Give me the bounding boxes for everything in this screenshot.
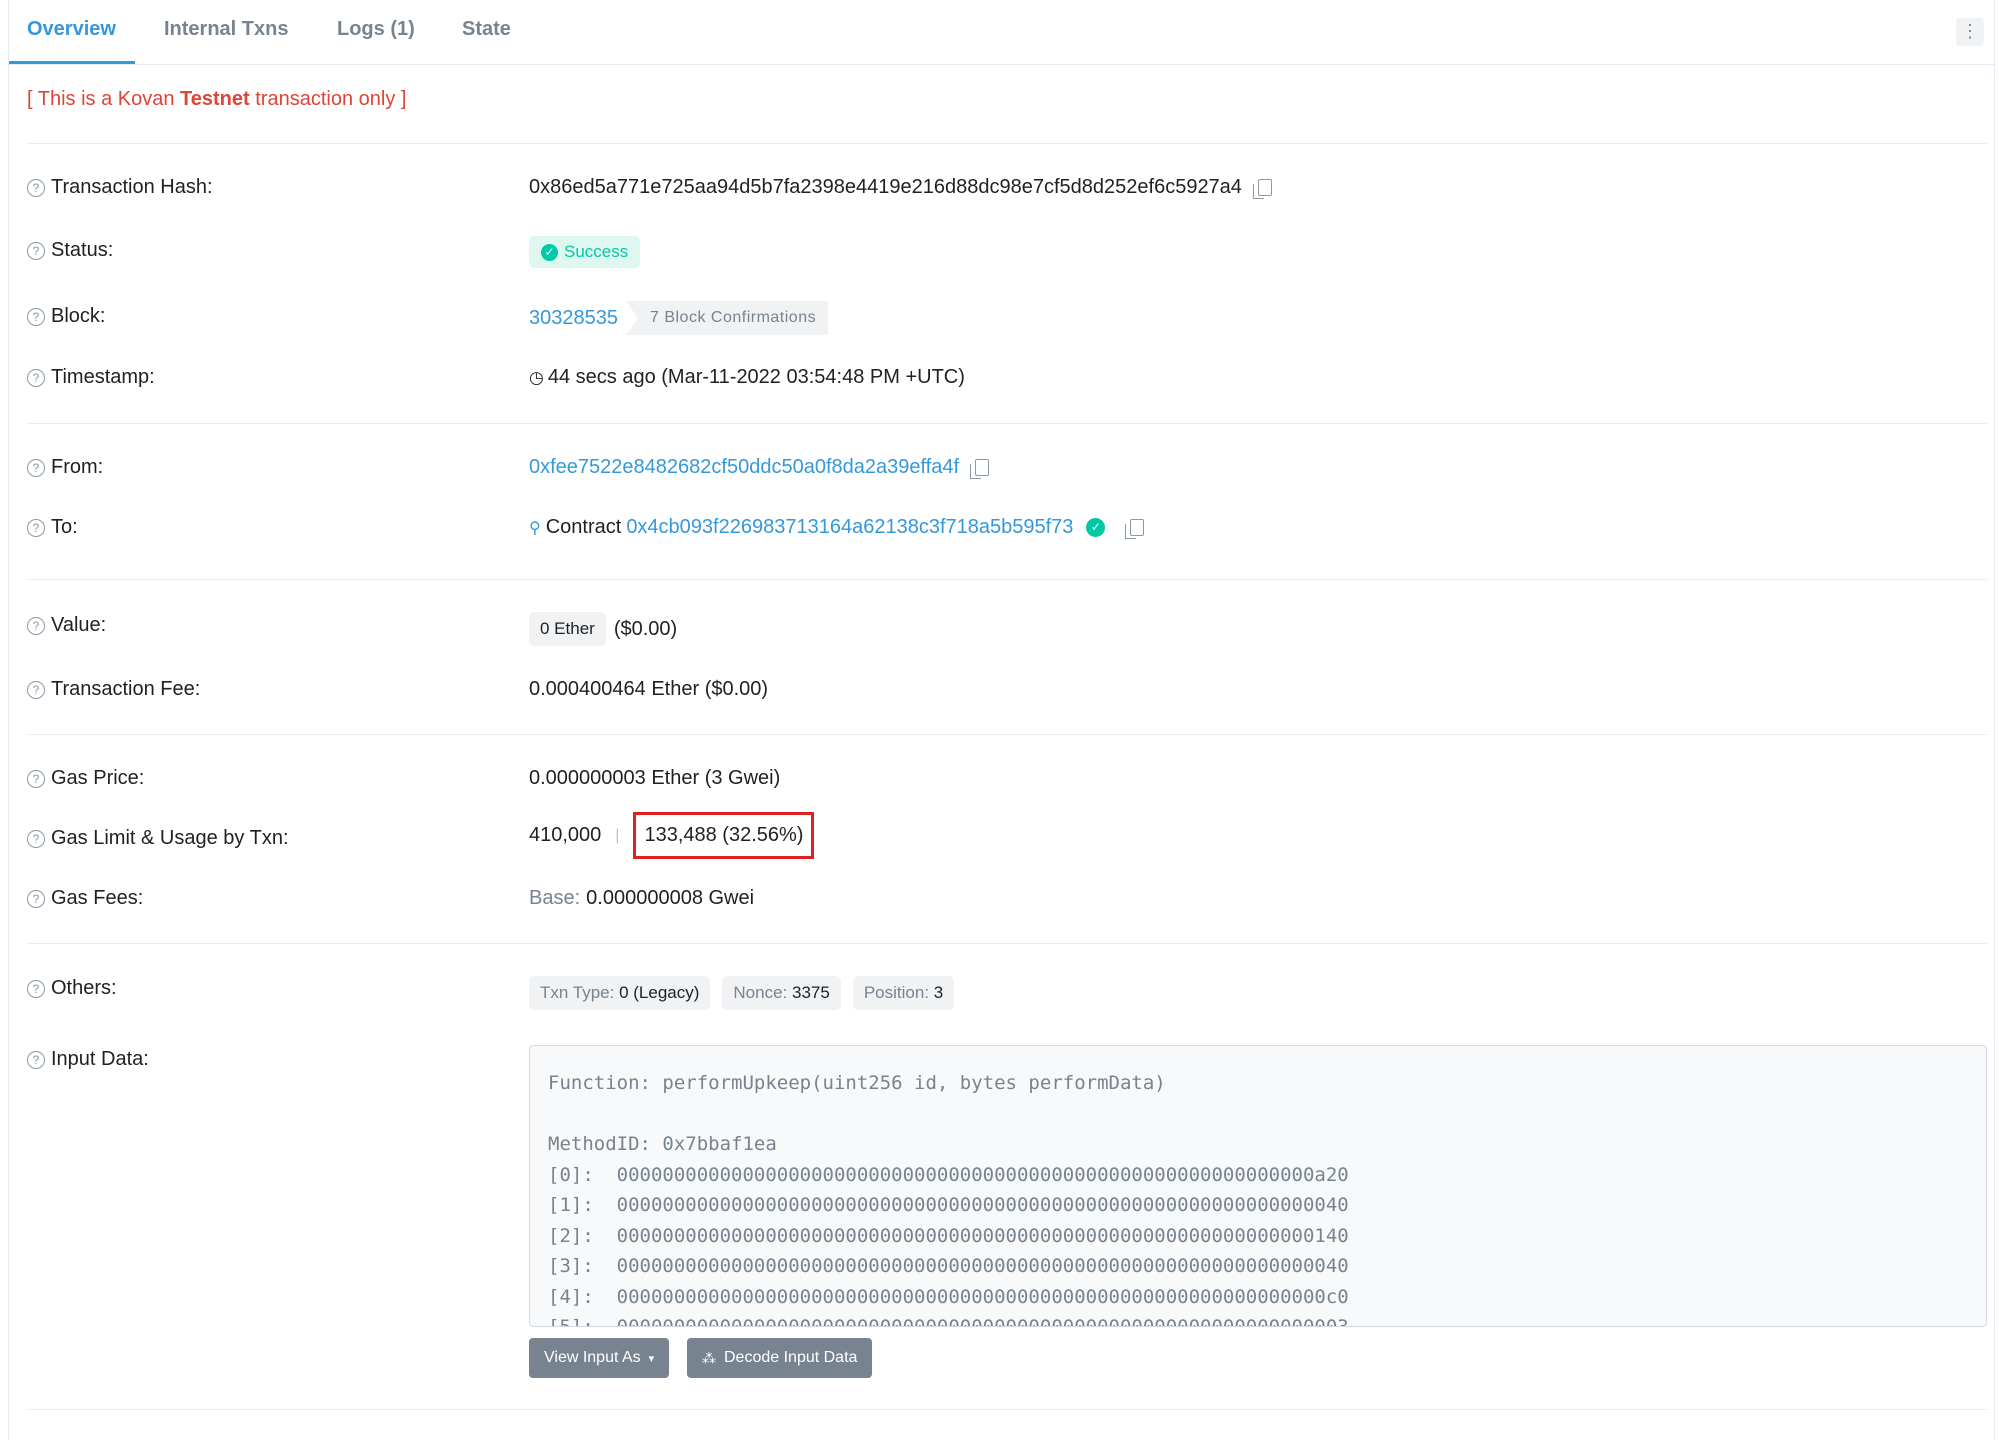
txn-type-badge: Txn Type: 0 (Legacy) xyxy=(529,976,711,1010)
tab-logs[interactable]: Logs (1) xyxy=(337,18,415,41)
notice-text-end: transaction only ] xyxy=(249,88,407,110)
gas-price-value: 0.000000003 Ether (3 Gwei) xyxy=(529,767,781,789)
confirmations-badge: 7 Block Confirmations xyxy=(625,301,829,335)
testnet-notice: [ This is a Kovan Testnet transaction on… xyxy=(27,88,406,111)
txn-type-value: 0 (Legacy) xyxy=(619,983,700,1002)
tab-internal-txns[interactable]: Internal Txns xyxy=(164,18,288,41)
decode-icon: ⁂ xyxy=(702,1349,716,1366)
check-circle-icon: ✓ xyxy=(541,243,558,261)
position-value: 3 xyxy=(933,983,944,1002)
status-badge: ✓ Success xyxy=(529,236,641,268)
tab-state[interactable]: State xyxy=(462,18,511,41)
help-icon[interactable]: ? xyxy=(27,1050,45,1069)
view-input-label: View Input As xyxy=(544,1349,641,1366)
nonce-label: Nonce: xyxy=(733,983,788,1002)
copy-icon[interactable] xyxy=(970,459,990,479)
label: Gas Price: xyxy=(51,767,145,789)
help-icon[interactable]: ? xyxy=(27,680,45,699)
gas-limit-value: 410,000 xyxy=(529,824,602,846)
help-icon[interactable]: ? xyxy=(27,616,45,635)
clock-icon: ◷ xyxy=(529,367,544,387)
copy-icon[interactable] xyxy=(1252,179,1272,199)
value-usd: ($0.00) xyxy=(613,617,678,640)
transaction-card: Overview Internal Txns Logs (1) State ⋮ … xyxy=(8,0,1995,1440)
divider xyxy=(27,943,1987,944)
label: Others: xyxy=(51,977,117,999)
label: To: xyxy=(51,516,78,538)
from-address-link[interactable]: 0xfee7522e8482682cf50ddc50a0f8da2a39effa… xyxy=(529,456,959,479)
notice-text: [ This is a Kovan xyxy=(27,88,181,110)
row-status: ? Status: ✓ Success xyxy=(27,236,1987,268)
base-fee-value: 0.000000008 Gwei xyxy=(586,887,755,909)
contract-label: Contract xyxy=(545,516,622,538)
row-gas-limit: ? Gas Limit & Usage by Txn: 410,000 | 133,4… xyxy=(27,812,1987,859)
help-icon[interactable]: ? xyxy=(27,829,45,848)
label: Gas Limit & Usage by Txn: xyxy=(51,827,289,849)
help-icon[interactable]: ? xyxy=(27,178,45,197)
position-label: Position: xyxy=(863,983,930,1002)
decode-label: Decode Input Data xyxy=(724,1349,858,1366)
search-contract-icon: ⚲ xyxy=(529,519,541,537)
label: Block: xyxy=(51,305,106,327)
row-transaction-hash: ? Transaction Hash: 0x86ed5a771e725aa94d5… xyxy=(27,176,1987,206)
active-tab-indicator xyxy=(9,61,135,64)
label: Value: xyxy=(51,614,107,636)
chevron-down-icon: ▾ xyxy=(648,1352,655,1365)
base-fee-label: Base: xyxy=(529,887,581,909)
status-text: Success xyxy=(564,242,629,261)
to-address-link[interactable]: 0x4cb093f226983713164a62138c3f718a5b595f… xyxy=(626,516,1073,539)
label: Transaction Fee: xyxy=(51,678,201,700)
help-icon[interactable]: ? xyxy=(27,368,45,387)
label: Gas Fees: xyxy=(51,887,144,909)
timestamp-value: 44 secs ago (Mar-11-2022 03:54:48 PM +UT… xyxy=(547,366,965,388)
row-gas-price: ? Gas Price: 0.000000003 Ether (3 Gwei) xyxy=(27,767,1987,797)
divider xyxy=(27,579,1987,580)
transaction-hash: 0x86ed5a771e725aa94d5b7fa2398e4419e216d8… xyxy=(529,176,1242,198)
tab-bar: Overview Internal Txns Logs (1) State ⋮ xyxy=(9,0,1994,65)
help-icon[interactable]: ? xyxy=(27,307,45,326)
row-transaction-fee: ? Transaction Fee: 0.000400464 Ether ($0.… xyxy=(27,678,1987,708)
help-icon[interactable]: ? xyxy=(27,769,45,788)
input-data-textarea[interactable]: Function: performUpkeep(uint256 id, byte… xyxy=(529,1045,1987,1327)
value-badge: 0 Ether xyxy=(529,612,606,646)
row-timestamp: ? Timestamp: ◷ 44 secs ago (Mar-11-2022 03… xyxy=(27,366,1987,396)
divider xyxy=(27,1409,1987,1410)
help-icon[interactable]: ? xyxy=(27,979,45,998)
notice-bold: Testnet xyxy=(180,88,250,110)
more-options-icon[interactable]: ⋮ xyxy=(1956,18,1984,46)
help-icon[interactable]: ? xyxy=(27,518,45,537)
decode-input-button[interactable]: ⁂ Decode Input Data xyxy=(687,1338,873,1378)
divider xyxy=(27,423,1987,424)
label: Timestamp: xyxy=(51,366,155,388)
divider xyxy=(27,143,1987,144)
help-icon[interactable]: ? xyxy=(27,889,45,908)
gas-usage-value: 133,488 (32.56%) xyxy=(633,812,815,859)
row-to: ? To: ⚲ Contract 0x4cb093f226983713164a6213… xyxy=(27,516,1987,546)
verified-check-icon: ✓ xyxy=(1086,518,1106,537)
nonce-badge: Nonce: 3375 xyxy=(722,976,841,1010)
separator: | xyxy=(615,826,620,844)
row-others: ? Others: Txn Type: 0 (Legacy) Nonce: 337… xyxy=(27,976,1987,1010)
position-badge: Position: 3 xyxy=(852,976,955,1010)
label: Transaction Hash: xyxy=(51,176,213,198)
transaction-fee-value: 0.000400464 Ether ($0.00) xyxy=(529,678,769,700)
help-icon[interactable]: ? xyxy=(27,458,45,477)
divider xyxy=(27,734,1987,735)
row-from: ? From: 0xfee7522e8482682cf50ddc50a0f8da2… xyxy=(27,456,1987,486)
view-input-as-dropdown[interactable]: View Input As ▾ xyxy=(529,1338,670,1378)
copy-icon[interactable] xyxy=(1125,519,1145,539)
label: Status: xyxy=(51,239,114,261)
help-icon[interactable]: ? xyxy=(27,241,45,260)
label: Input Data: xyxy=(51,1048,149,1070)
row-block: ? Block: 30328535 7 Block Confirmations xyxy=(27,301,1987,335)
block-number-link[interactable]: 30328535 xyxy=(529,307,618,330)
tab-overview[interactable]: Overview xyxy=(27,18,116,41)
row-value: ? Value: 0 Ether ($0.00) xyxy=(27,612,1987,646)
txn-type-label: Txn Type: xyxy=(540,983,615,1002)
nonce-value: 3375 xyxy=(792,983,830,1002)
label: From: xyxy=(51,456,104,478)
row-gas-fees: ? Gas Fees: Base: 0.000000008 Gwei xyxy=(27,887,1987,917)
